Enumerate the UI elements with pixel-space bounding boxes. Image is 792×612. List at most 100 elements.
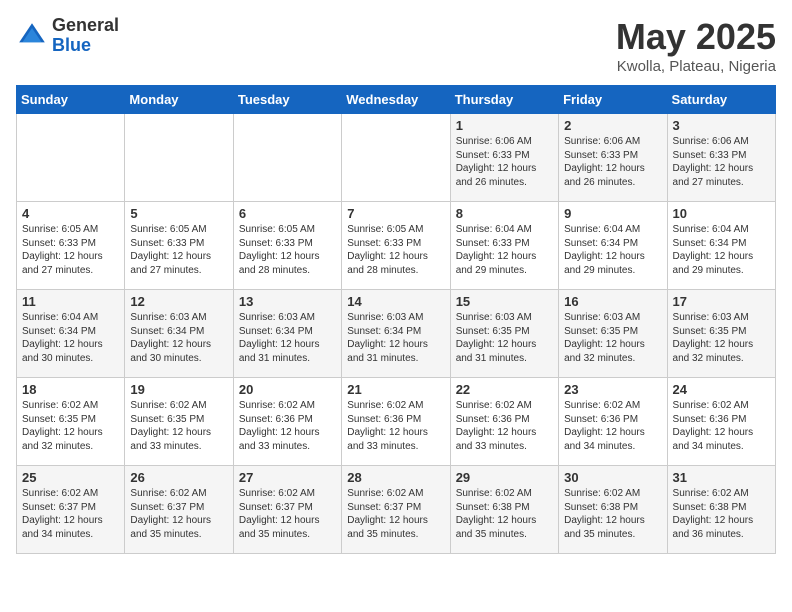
day-number: 2 bbox=[564, 118, 661, 133]
day-info: Sunrise: 6:05 AM Sunset: 6:33 PM Dayligh… bbox=[22, 223, 119, 277]
calendar-day-cell: 25 Sunrise: 6:02 AM Sunset: 6:37 PM Dayli… bbox=[17, 466, 125, 554]
day-info: Sunrise: 6:05 AM Sunset: 6:33 PM Dayligh… bbox=[239, 223, 336, 277]
calendar-week-row: 25 Sunrise: 6:02 AM Sunset: 6:37 PM Dayli… bbox=[17, 466, 776, 554]
day-info: Sunrise: 6:03 AM Sunset: 6:35 PM Dayligh… bbox=[456, 311, 553, 365]
calendar-day-cell: 29 Sunrise: 6:02 AM Sunset: 6:38 PM Dayli… bbox=[450, 466, 558, 554]
day-info: Sunrise: 6:02 AM Sunset: 6:38 PM Dayligh… bbox=[673, 487, 770, 541]
day-number: 15 bbox=[456, 294, 553, 309]
day-number: 29 bbox=[456, 470, 553, 485]
calendar-table: SundayMondayTuesdayWednesdayThursdayFrid… bbox=[16, 85, 776, 554]
calendar-day-cell: 22 Sunrise: 6:02 AM Sunset: 6:36 PM Dayli… bbox=[450, 378, 558, 466]
calendar-day-cell bbox=[17, 114, 125, 202]
day-info: Sunrise: 6:02 AM Sunset: 6:36 PM Dayligh… bbox=[673, 399, 770, 453]
day-info: Sunrise: 6:06 AM Sunset: 6:33 PM Dayligh… bbox=[456, 135, 553, 189]
day-number: 5 bbox=[130, 206, 227, 221]
weekday-header: Monday bbox=[125, 86, 233, 114]
calendar-day-cell: 27 Sunrise: 6:02 AM Sunset: 6:37 PM Dayli… bbox=[233, 466, 341, 554]
weekday-header: Friday bbox=[559, 86, 667, 114]
calendar-day-cell: 30Sunrise: 6:02 AM Sunset: 6:38 PM Dayli… bbox=[559, 466, 667, 554]
day-number: 17 bbox=[673, 294, 770, 309]
calendar-day-cell: 20 Sunrise: 6:02 AM Sunset: 6:36 PM Dayli… bbox=[233, 378, 341, 466]
logo: General Blue bbox=[16, 16, 119, 56]
calendar-day-cell: 3Sunrise: 6:06 AM Sunset: 6:33 PM Daylig… bbox=[667, 114, 775, 202]
day-number: 14 bbox=[347, 294, 444, 309]
calendar-week-row: 1 Sunrise: 6:06 AM Sunset: 6:33 PM Daylig… bbox=[17, 114, 776, 202]
day-info: Sunrise: 6:02 AM Sunset: 6:38 PM Dayligh… bbox=[456, 487, 553, 541]
calendar-day-cell: 15 Sunrise: 6:03 AM Sunset: 6:35 PM Dayli… bbox=[450, 290, 558, 378]
weekday-header: Sunday bbox=[17, 86, 125, 114]
day-number: 11 bbox=[22, 294, 119, 309]
day-number: 6 bbox=[239, 206, 336, 221]
page-header: General Blue May 2025 Kwolla, Plateau, N… bbox=[16, 16, 776, 75]
calendar-week-row: 18Sunrise: 6:02 AM Sunset: 6:35 PM Dayli… bbox=[17, 378, 776, 466]
calendar-day-cell: 2 Sunrise: 6:06 AM Sunset: 6:33 PM Daylig… bbox=[559, 114, 667, 202]
calendar-day-cell: 19Sunrise: 6:02 AM Sunset: 6:35 PM Dayli… bbox=[125, 378, 233, 466]
day-number: 22 bbox=[456, 382, 553, 397]
calendar-day-cell: 18Sunrise: 6:02 AM Sunset: 6:35 PM Dayli… bbox=[17, 378, 125, 466]
logo-blue-text: Blue bbox=[52, 36, 119, 56]
day-info: Sunrise: 6:03 AM Sunset: 6:34 PM Dayligh… bbox=[239, 311, 336, 365]
calendar-day-cell: 6 Sunrise: 6:05 AM Sunset: 6:33 PM Daylig… bbox=[233, 202, 341, 290]
day-info: Sunrise: 6:02 AM Sunset: 6:36 PM Dayligh… bbox=[347, 399, 444, 453]
day-info: Sunrise: 6:02 AM Sunset: 6:37 PM Dayligh… bbox=[22, 487, 119, 541]
day-info: Sunrise: 6:03 AM Sunset: 6:35 PM Dayligh… bbox=[564, 311, 661, 365]
calendar-day-cell: 8Sunrise: 6:04 AM Sunset: 6:33 PM Daylig… bbox=[450, 202, 558, 290]
day-info: Sunrise: 6:02 AM Sunset: 6:37 PM Dayligh… bbox=[130, 487, 227, 541]
weekday-header: Wednesday bbox=[342, 86, 450, 114]
calendar-day-cell: 9Sunrise: 6:04 AM Sunset: 6:34 PM Daylig… bbox=[559, 202, 667, 290]
day-info: Sunrise: 6:02 AM Sunset: 6:36 PM Dayligh… bbox=[456, 399, 553, 453]
day-number: 7 bbox=[347, 206, 444, 221]
day-number: 16 bbox=[564, 294, 661, 309]
day-number: 28 bbox=[347, 470, 444, 485]
day-info: Sunrise: 6:04 AM Sunset: 6:33 PM Dayligh… bbox=[456, 223, 553, 277]
weekday-header: Thursday bbox=[450, 86, 558, 114]
logo-general-text: General bbox=[52, 16, 119, 36]
day-number: 1 bbox=[456, 118, 553, 133]
calendar-subtitle: Kwolla, Plateau, Nigeria bbox=[616, 58, 776, 75]
calendar-day-cell: 5 Sunrise: 6:05 AM Sunset: 6:33 PM Daylig… bbox=[125, 202, 233, 290]
day-number: 3 bbox=[673, 118, 770, 133]
day-info: Sunrise: 6:06 AM Sunset: 6:33 PM Dayligh… bbox=[564, 135, 661, 189]
day-number: 9 bbox=[564, 206, 661, 221]
day-number: 31 bbox=[673, 470, 770, 485]
calendar-header: SundayMondayTuesdayWednesdayThursdayFrid… bbox=[17, 86, 776, 114]
logo-text: General Blue bbox=[52, 16, 119, 56]
day-number: 27 bbox=[239, 470, 336, 485]
day-number: 21 bbox=[347, 382, 444, 397]
day-info: Sunrise: 6:02 AM Sunset: 6:36 PM Dayligh… bbox=[564, 399, 661, 453]
calendar-title: May 2025 bbox=[616, 16, 776, 58]
calendar-day-cell: 14Sunrise: 6:03 AM Sunset: 6:34 PM Dayli… bbox=[342, 290, 450, 378]
day-info: Sunrise: 6:02 AM Sunset: 6:36 PM Dayligh… bbox=[239, 399, 336, 453]
calendar-day-cell: 23 Sunrise: 6:02 AM Sunset: 6:36 PM Dayli… bbox=[559, 378, 667, 466]
calendar-day-cell bbox=[233, 114, 341, 202]
weekday-header: Saturday bbox=[667, 86, 775, 114]
day-info: Sunrise: 6:04 AM Sunset: 6:34 PM Dayligh… bbox=[673, 223, 770, 277]
calendar-day-cell: 11 Sunrise: 6:04 AM Sunset: 6:34 PM Dayli… bbox=[17, 290, 125, 378]
day-info: Sunrise: 6:03 AM Sunset: 6:34 PM Dayligh… bbox=[130, 311, 227, 365]
calendar-day-cell bbox=[342, 114, 450, 202]
day-number: 10 bbox=[673, 206, 770, 221]
title-block: May 2025 Kwolla, Plateau, Nigeria bbox=[616, 16, 776, 75]
calendar-day-cell: 1 Sunrise: 6:06 AM Sunset: 6:33 PM Daylig… bbox=[450, 114, 558, 202]
weekday-row: SundayMondayTuesdayWednesdayThursdayFrid… bbox=[17, 86, 776, 114]
day-number: 25 bbox=[22, 470, 119, 485]
calendar-day-cell: 24Sunrise: 6:02 AM Sunset: 6:36 PM Dayli… bbox=[667, 378, 775, 466]
day-info: Sunrise: 6:04 AM Sunset: 6:34 PM Dayligh… bbox=[22, 311, 119, 365]
day-info: Sunrise: 6:02 AM Sunset: 6:37 PM Dayligh… bbox=[347, 487, 444, 541]
day-info: Sunrise: 6:02 AM Sunset: 6:37 PM Dayligh… bbox=[239, 487, 336, 541]
calendar-day-cell: 12 Sunrise: 6:03 AM Sunset: 6:34 PM Dayli… bbox=[125, 290, 233, 378]
day-number: 12 bbox=[130, 294, 227, 309]
day-number: 19 bbox=[130, 382, 227, 397]
calendar-day-cell: 17Sunrise: 6:03 AM Sunset: 6:35 PM Dayli… bbox=[667, 290, 775, 378]
day-number: 4 bbox=[22, 206, 119, 221]
day-number: 23 bbox=[564, 382, 661, 397]
day-number: 13 bbox=[239, 294, 336, 309]
calendar-week-row: 4 Sunrise: 6:05 AM Sunset: 6:33 PM Daylig… bbox=[17, 202, 776, 290]
day-info: Sunrise: 6:05 AM Sunset: 6:33 PM Dayligh… bbox=[347, 223, 444, 277]
day-number: 20 bbox=[239, 382, 336, 397]
calendar-day-cell: 4 Sunrise: 6:05 AM Sunset: 6:33 PM Daylig… bbox=[17, 202, 125, 290]
calendar-day-cell: 28 Sunrise: 6:02 AM Sunset: 6:37 PM Dayli… bbox=[342, 466, 450, 554]
day-info: Sunrise: 6:05 AM Sunset: 6:33 PM Dayligh… bbox=[130, 223, 227, 277]
day-info: Sunrise: 6:02 AM Sunset: 6:35 PM Dayligh… bbox=[22, 399, 119, 453]
calendar-body: 1 Sunrise: 6:06 AM Sunset: 6:33 PM Daylig… bbox=[17, 114, 776, 554]
